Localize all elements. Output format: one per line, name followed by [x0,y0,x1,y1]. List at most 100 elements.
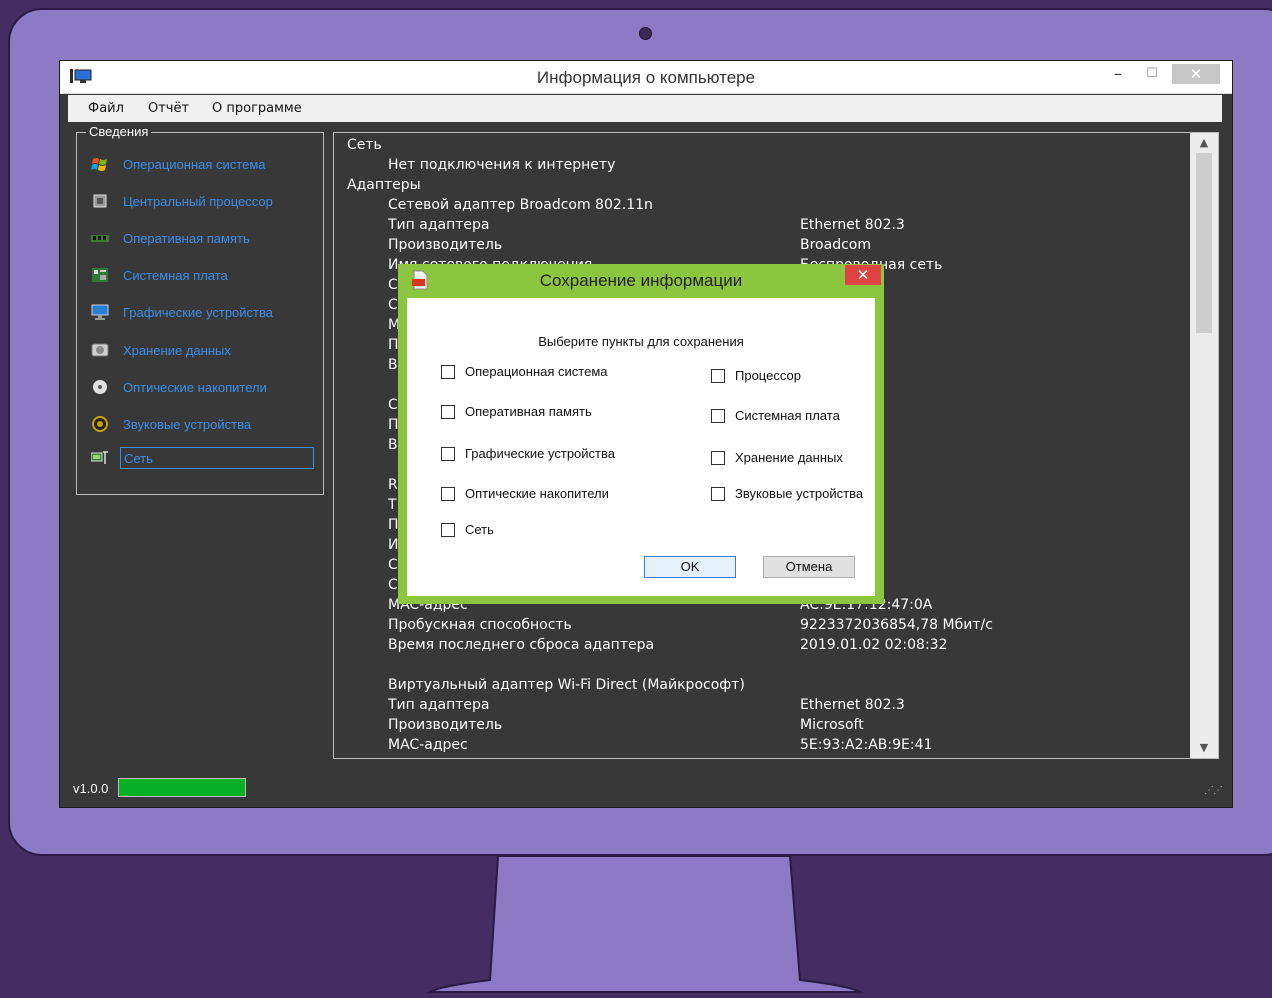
maximize-button[interactable]: ☐ [1138,64,1166,84]
sidebar-item-label: Оперативная память [123,231,250,246]
info-line: Виртуальный адаптер Wi-Fi Direct (Майкро… [388,677,745,693]
checkbox-label: Звуковые устройства [735,486,864,501]
checkbox-box[interactable] [441,487,455,501]
group-legend: Сведения [86,124,152,139]
info-line: С [388,577,398,593]
info-line: И [388,537,399,553]
sidebar-item-cpu[interactable]: Центральный процессор [91,190,317,214]
cancel-button[interactable]: Отмена [763,556,855,578]
sidebar-item-label: Центральный процессор [123,194,273,209]
close-window-button[interactable]: ✕ [1172,64,1220,84]
info-line: П [388,417,399,433]
dialog-close-button[interactable]: ✕ [845,265,881,285]
motherboard-icon [92,268,108,282]
info-line: С [388,397,398,413]
dialog-title: Сохранение информации [539,271,743,290]
scroll-thumb[interactable] [1196,153,1212,333]
info-value: 5E:93:A2:AB:9E:41 [800,737,933,753]
menu-bar: Файл Отчёт О программе [68,95,1222,122]
monitor-icon [91,304,109,320]
window-title: Информация о компьютере [536,68,756,87]
info-line: С [388,277,398,293]
info-categories-group: Сведения Операционная система Центральны… [76,124,324,495]
info-line: Сеть [347,137,382,153]
info-value: Ethernet 802.3 [800,217,905,233]
checkbox-box[interactable] [711,487,725,501]
title-bar[interactable]: Информация о компьютере – ☐ ✕ [60,61,1232,94]
sidebar-item-os[interactable]: Операционная система [91,153,317,177]
info-value: 9223372036854,78 Мбит/с [800,617,993,633]
info-value: Broadcom [800,237,871,253]
info-line: Время последнего сброса адаптера [388,637,655,653]
sidebar-item-graphics[interactable]: Графические устройства [91,301,317,325]
checkbox-label: Графические устройства [465,446,615,461]
sidebar-item-motherboard[interactable]: Системная плата [91,264,317,288]
checkbox-box[interactable] [711,369,725,383]
sidebar-item-label: Операционная система [123,157,266,172]
info-line: Т [388,497,397,513]
sidebar-item-ram[interactable]: Оперативная память [91,227,317,251]
network-icon [91,451,108,464]
checkbox-label: Процессор [735,368,801,383]
checkbox-label: Операционная система [465,364,608,379]
speaker-icon [92,416,108,432]
sidebar-item-label: Звуковые устройства [123,417,252,432]
minimize-button[interactable]: – [1104,64,1132,84]
sidebar-item-label: Графические устройства [123,305,273,320]
status-bar: v1.0.0 ⋰⋰ [60,773,1232,807]
checkbox-box[interactable] [711,451,725,465]
checkbox-box[interactable] [441,523,455,537]
checkbox-label: Оптические накопители [465,486,609,501]
info-line: Производитель [388,237,503,253]
info-line: Адаптеры [347,177,421,193]
ok-button[interactable]: OK [644,556,736,578]
windows-logo-icon [91,158,107,171]
sidebar-item-network[interactable]: Сеть [91,447,317,471]
hard-drive-icon [91,343,109,357]
checkbox-label: Хранение данных [735,450,843,465]
sidebar-item-audio[interactable]: Звуковые устройства [91,413,317,437]
save-info-dialog: Сохранение информации ✕ Выберите пункты … [398,264,884,604]
checkbox-box[interactable] [441,447,455,461]
progress-fill [119,779,245,796]
vertical-scrollbar[interactable]: ▲ ▼ [1190,133,1218,758]
progress-bar [118,778,246,797]
info-line: R [388,477,398,493]
dialog-body: Выберите пункты для сохранения Операцион… [407,298,875,596]
checkbox-box[interactable] [441,365,455,379]
checkbox-label: Системная плата [735,408,840,423]
checkbox-box[interactable] [711,409,725,423]
info-value: 2019.01.02 02:08:32 [800,637,948,653]
checkbox-label: Сеть [465,522,494,537]
info-line: Пробускная способность [388,617,572,633]
menu-about[interactable]: О программе [212,101,302,116]
info-value: Ethernet 802.3 [800,697,905,713]
dialog-prompt: Выберите пункты для сохранения [538,334,744,349]
scroll-down-arrow-icon[interactable]: ▼ [1190,738,1218,758]
info-line: П [388,337,399,353]
menu-file[interactable]: Файл [88,101,124,116]
sidebar-item-label: Сеть [120,447,314,469]
info-line: Нет подключения к интернету [388,157,616,173]
sidebar-item-label: Оптические накопители [123,380,267,395]
info-line: Тип адаптера [388,217,490,233]
resize-grip-icon[interactable]: ⋰⋰ [1204,785,1223,796]
info-line: MAC-адрес [388,737,468,753]
menu-report[interactable]: Отчёт [148,101,189,116]
info-line: Тип адаптера [388,697,490,713]
webcam-dot [639,27,652,40]
version-label: v1.0.0 [73,781,109,796]
sidebar-item-storage[interactable]: Хранение данных [91,339,317,363]
optical-disc-icon [93,380,107,394]
checkbox-box[interactable] [441,405,455,419]
info-line: Сетевой адаптер Broadcom 802.11n [388,197,653,213]
sidebar-item-optical[interactable]: Оптические накопители [91,376,317,400]
checkbox-label: Оперативная память [465,404,592,419]
scroll-up-arrow-icon[interactable]: ▲ [1190,133,1218,153]
info-line: П [388,517,399,533]
ram-icon [91,235,109,242]
info-line: Производитель [388,717,503,733]
info-value: Microsoft [800,717,864,733]
cpu-icon [93,194,107,208]
info-line: С [388,297,398,313]
